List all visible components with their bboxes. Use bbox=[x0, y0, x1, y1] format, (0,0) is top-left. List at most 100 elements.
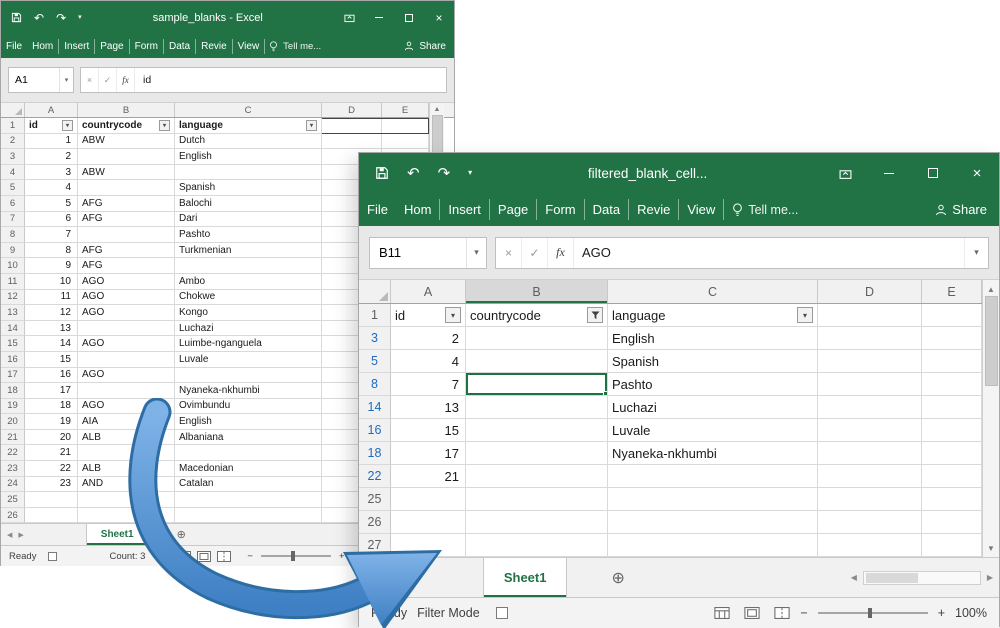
cell-id[interactable]: 12 bbox=[25, 305, 78, 321]
cell-countrycode[interactable]: ALB bbox=[78, 430, 175, 446]
page-layout-icon[interactable] bbox=[744, 607, 760, 619]
cell[interactable] bbox=[818, 511, 922, 534]
cell-language[interactable]: Albaniana bbox=[175, 430, 322, 446]
tab-file[interactable]: File bbox=[1, 39, 27, 54]
cell-countrycode[interactable] bbox=[78, 227, 175, 243]
cell[interactable] bbox=[322, 118, 382, 134]
sheet-nav-left-icon[interactable]: ◀ bbox=[369, 572, 376, 583]
cell-id[interactable]: 9 bbox=[25, 258, 78, 274]
row-header[interactable]: 11 bbox=[1, 274, 25, 290]
cell-id[interactable] bbox=[25, 508, 78, 524]
cell-language[interactable]: English bbox=[608, 327, 818, 350]
cell-id[interactable]: 2 bbox=[25, 149, 78, 165]
row-header[interactable]: 7 bbox=[1, 212, 25, 228]
cell-id[interactable]: 18 bbox=[25, 399, 78, 415]
zoom-slider-thumb[interactable] bbox=[868, 608, 872, 618]
cell-language[interactable] bbox=[175, 258, 322, 274]
sheet-nav-right-icon[interactable]: ▶ bbox=[384, 572, 391, 583]
cell-countrycode[interactable] bbox=[466, 442, 608, 465]
tab-insert[interactable]: Insert bbox=[59, 39, 95, 54]
cell-id[interactable]: 7 bbox=[391, 373, 466, 396]
cell-language[interactable]: Luvale bbox=[608, 419, 818, 442]
row-header[interactable]: 5 bbox=[1, 180, 25, 196]
sheet-tab-sheet1[interactable]: Sheet1 bbox=[483, 558, 568, 597]
cell-language[interactable] bbox=[608, 465, 818, 488]
row-header[interactable]: 8 bbox=[359, 373, 391, 396]
cell-id[interactable]: 20 bbox=[25, 430, 78, 446]
zoom-slider-thumb[interactable] bbox=[291, 551, 295, 561]
cell-language[interactable] bbox=[175, 508, 322, 524]
row-header[interactable]: 16 bbox=[359, 419, 391, 442]
close-button[interactable]: × bbox=[424, 1, 454, 34]
formula-bar[interactable]: × ✓ fx AGO ▾ bbox=[495, 237, 989, 269]
cell[interactable] bbox=[922, 488, 982, 511]
zoom-in-button[interactable]: + bbox=[339, 551, 345, 562]
cell-countrycode[interactable] bbox=[466, 396, 608, 419]
cell-countrycode[interactable] bbox=[466, 511, 608, 534]
row-header[interactable]: 12 bbox=[1, 290, 25, 306]
minimize-button[interactable] bbox=[867, 153, 911, 193]
cell[interactable] bbox=[818, 304, 922, 327]
cell-id[interactable]: 4 bbox=[391, 350, 466, 373]
cell[interactable] bbox=[922, 327, 982, 350]
scrollbar-thumb[interactable] bbox=[866, 573, 918, 583]
cell-countrycode[interactable] bbox=[78, 321, 175, 337]
cell-countrycode[interactable]: ALB bbox=[78, 461, 175, 477]
page-layout-icon[interactable] bbox=[197, 551, 211, 562]
cell-countrycode[interactable]: ABW bbox=[78, 165, 175, 181]
row-header[interactable]: 22 bbox=[359, 465, 391, 488]
cell-countrycode[interactable] bbox=[78, 352, 175, 368]
row-header[interactable]: 13 bbox=[1, 305, 25, 321]
cell-id[interactable]: 15 bbox=[25, 352, 78, 368]
tab-data[interactable]: Data bbox=[585, 199, 629, 220]
tab-view[interactable]: View bbox=[233, 39, 266, 54]
cell-id[interactable]: 14 bbox=[25, 336, 78, 352]
cell-countrycode[interactable]: AND bbox=[78, 477, 175, 493]
cell[interactable] bbox=[922, 511, 982, 534]
tab-view[interactable]: View bbox=[679, 199, 724, 220]
row-header[interactable]: 3 bbox=[359, 327, 391, 350]
row-header[interactable]: 6 bbox=[1, 196, 25, 212]
header-cell-id[interactable]: id ▾ bbox=[25, 118, 78, 134]
cancel-icon[interactable]: × bbox=[81, 68, 99, 92]
macro-record-icon[interactable] bbox=[48, 552, 57, 561]
cell-language[interactable]: Nyaneka-nkhumbi bbox=[175, 383, 322, 399]
row-header[interactable]: 18 bbox=[359, 442, 391, 465]
macro-record-icon[interactable] bbox=[496, 607, 508, 619]
cell-countrycode[interactable]: AGO bbox=[78, 274, 175, 290]
tab-review[interactable]: Revie bbox=[629, 199, 679, 220]
cell-id[interactable]: 7 bbox=[25, 227, 78, 243]
cell-id[interactable] bbox=[391, 534, 466, 557]
cell[interactable] bbox=[818, 488, 922, 511]
cell-countrycode[interactable] bbox=[78, 508, 175, 524]
cell-id[interactable]: 11 bbox=[25, 290, 78, 306]
cell-id[interactable] bbox=[25, 492, 78, 508]
tab-formulas[interactable]: Form bbox=[130, 39, 164, 54]
zoom-out-button[interactable]: − bbox=[247, 551, 253, 562]
header-cell-countrycode[interactable]: countrycode ▾ bbox=[78, 118, 175, 134]
cell-countrycode[interactable] bbox=[466, 488, 608, 511]
cell-language[interactable]: Dari bbox=[175, 212, 322, 228]
cell-countrycode[interactable]: AGO bbox=[78, 305, 175, 321]
cell-countrycode[interactable]: AFG bbox=[78, 243, 175, 259]
cell[interactable] bbox=[818, 419, 922, 442]
row-header[interactable]: 25 bbox=[359, 488, 391, 511]
cell[interactable] bbox=[818, 534, 922, 557]
cell-id[interactable]: 19 bbox=[25, 414, 78, 430]
cell-countrycode[interactable] bbox=[466, 534, 608, 557]
cell-language[interactable]: English bbox=[175, 149, 322, 165]
scroll-down-icon[interactable]: ▼ bbox=[987, 544, 995, 553]
cell[interactable] bbox=[922, 304, 982, 327]
enter-icon[interactable]: ✓ bbox=[99, 68, 117, 92]
cell-id[interactable]: 15 bbox=[391, 419, 466, 442]
cell-countrycode[interactable] bbox=[466, 327, 608, 350]
header-cell-language[interactable]: language ▾ bbox=[175, 118, 322, 134]
row-header[interactable]: 17 bbox=[1, 368, 25, 384]
cell-countrycode[interactable]: AGO bbox=[78, 290, 175, 306]
cell-language[interactable]: Catalan bbox=[175, 477, 322, 493]
cell[interactable] bbox=[922, 534, 982, 557]
row-header[interactable]: 3 bbox=[1, 149, 25, 165]
cell-id[interactable]: 16 bbox=[25, 368, 78, 384]
formula-bar[interactable]: × ✓ fx id bbox=[80, 67, 447, 93]
cell[interactable] bbox=[382, 134, 429, 150]
